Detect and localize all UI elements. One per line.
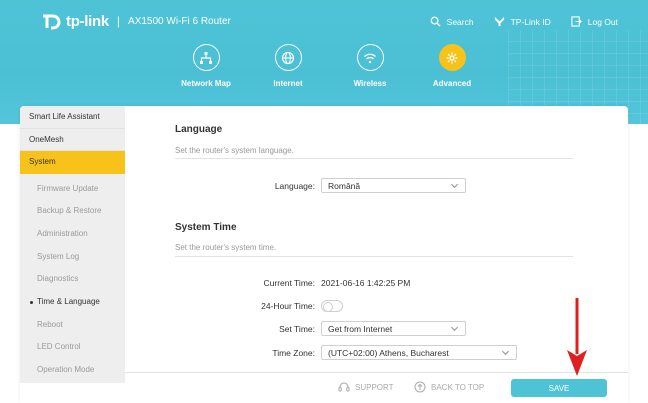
nav-advanced-circle (438, 44, 466, 71)
system-time-divider (175, 256, 573, 257)
globe-icon (281, 51, 295, 64)
back-to-top-link[interactable]: BACK TO TOP (414, 381, 484, 393)
back-to-top-label: BACK TO TOP (431, 382, 485, 392)
headset-icon (338, 382, 350, 392)
logout-label: Log Out (587, 16, 618, 27)
nav-internet[interactable]: Internet (247, 44, 329, 88)
save-button[interactable]: SAVE (511, 379, 607, 397)
search-link[interactable]: Search (430, 16, 474, 27)
red-arrow-annotation-icon (567, 298, 587, 376)
nav-network-map-label: Network Map (181, 79, 231, 88)
sidebar-item-time-language[interactable]: Time & Language (20, 291, 125, 314)
logout-link[interactable]: Log Out (571, 16, 618, 27)
sidebar-item-smart-life-assistant[interactable]: Smart Life Assistant (20, 106, 125, 129)
chevron-down-icon (450, 183, 459, 189)
sidebar-item-onemesh[interactable]: OneMesh (20, 129, 125, 151)
nav-network-map[interactable]: Network Map (165, 44, 247, 88)
language-select[interactable]: Română (321, 178, 466, 193)
nav-internet-circle (274, 44, 302, 71)
language-divider (175, 158, 573, 159)
time-zone-row: Time Zone: (UTC+02:00) Athens, Bucharest (175, 345, 517, 360)
brand-name: tp-link (66, 12, 109, 30)
sidebar-item-diagnostics[interactable]: Diagnostics (20, 268, 125, 291)
sidebar: Smart Life Assistant OneMesh System Firm… (20, 106, 125, 383)
wifi-icon (364, 53, 376, 63)
sidebar-item-backup-restore[interactable]: Backup & Restore (20, 200, 125, 223)
language-desc: Set the router's system language. (175, 146, 294, 155)
tplink-id-link[interactable]: TP-Link ID (494, 16, 551, 27)
nav-wireless-circle (356, 44, 384, 71)
set-time-select-value: Get from Internet (328, 323, 393, 334)
logout-icon (571, 16, 582, 27)
time-zone-label: Time Zone: (272, 347, 315, 358)
sidebar-item-operation-mode[interactable]: Operation Mode (20, 359, 125, 382)
nav-network-map-circle (192, 44, 220, 71)
sidebar-submenu: Firmware Update Backup & Restore Adminis… (20, 174, 125, 382)
time-zone-select[interactable]: (UTC+02:00) Athens, Bucharest (321, 345, 517, 360)
sidebar-item-system-log[interactable]: System Log (20, 246, 125, 269)
language-label: Language: (274, 180, 315, 191)
set-time-label: Set Time: (279, 323, 315, 334)
brand-separator: | (116, 14, 121, 28)
tplink-logo-icon (43, 14, 61, 30)
nav-wireless-label: Wireless (353, 79, 387, 88)
main-nav: Network Map Internet Wireless Advanced (165, 44, 493, 88)
hour24-row: 24-Hour Time: (175, 300, 343, 312)
current-time-label: Current Time: (263, 278, 316, 288)
system-time-desc: Set the router's system time. (175, 243, 277, 252)
sidebar-item-administration[interactable]: Administration (20, 223, 125, 246)
support-label: SUPPORT (355, 382, 394, 392)
language-row: Language: Română (175, 178, 466, 193)
tplink-id-label: TP-Link ID (510, 16, 551, 27)
brand: tp-link | AX1500 Wi-Fi 6 Router (40, 10, 231, 32)
set-time-row: Set Time: Get from Internet (175, 321, 466, 336)
tplink-id-icon (494, 16, 504, 27)
search-icon (430, 16, 441, 27)
chevron-down-icon (501, 350, 510, 356)
time-zone-select-value: (UTC+02:00) Athens, Bucharest (328, 347, 449, 358)
chevron-down-icon (450, 326, 459, 332)
set-time-select[interactable]: Get from Internet (321, 321, 466, 336)
nav-advanced[interactable]: Advanced (411, 44, 493, 88)
search-link-label: Search (446, 16, 474, 27)
footer-bar: SUPPORT BACK TO TOP SAVE (125, 372, 628, 403)
sidebar-item-system[interactable]: System (20, 151, 125, 174)
sidebar-item-reboot[interactable]: Reboot (20, 314, 125, 337)
current-time-value: 2021-06-16 1:42:25 PM (321, 278, 411, 288)
arrow-up-circle-icon (414, 381, 426, 393)
nav-advanced-label: Advanced (432, 79, 472, 88)
nav-wireless[interactable]: Wireless (329, 44, 411, 88)
support-link[interactable]: SUPPORT (338, 381, 394, 393)
network-map-icon (200, 51, 212, 64)
language-select-value: Română (328, 180, 361, 191)
top-links: Search TP-Link ID Log Out (430, 16, 618, 27)
gear-icon (446, 52, 458, 63)
router-model: AX1500 Wi-Fi 6 Router (128, 15, 231, 27)
current-time-row: Current Time: 2021-06-16 1:42:25 PM (175, 278, 411, 288)
sidebar-item-firmware-update[interactable]: Firmware Update (20, 178, 125, 201)
system-time-title: System Time (175, 222, 237, 233)
sidebar-item-led-control[interactable]: LED Control (20, 336, 125, 359)
nav-internet-label: Internet (273, 79, 303, 88)
hour24-label: 24-Hour Time: (261, 301, 315, 311)
hour24-toggle[interactable] (321, 300, 343, 312)
language-title: Language (175, 124, 223, 135)
